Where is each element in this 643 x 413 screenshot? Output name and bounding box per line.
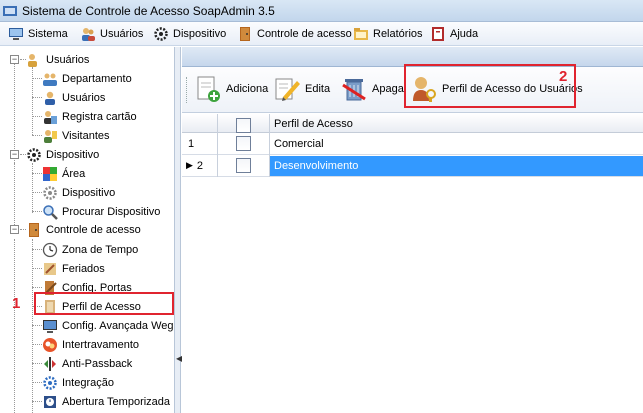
search-icon [42,204,58,220]
row-value: Comercial [274,138,324,150]
user-icon [42,90,58,106]
tree-item-dispositivo[interactable]: Dispositivo [42,183,115,202]
add-document-icon [197,76,220,102]
navigation-tree: − Usuários Departamento Usuários Registr… [0,47,175,413]
edit-button[interactable]: Edita [273,73,330,105]
title-bar: Sistema de Controle de Acesso SoapAdmin … [0,0,643,22]
computer-icon [9,28,23,40]
area-icon [42,166,58,182]
clock-icon [42,242,58,258]
current-row-arrow-icon: ▶ [186,160,193,170]
menu-relatorios[interactable]: Relatórios [353,25,423,43]
department-icon [42,71,58,87]
tree-item-usuarios[interactable]: Usuários [42,88,105,107]
tree-item-visitantes[interactable]: Visitantes [42,126,110,145]
card-register-icon [42,109,58,125]
interlock-icon [42,337,58,353]
door-icon [26,222,42,238]
callout-number-1: 1 [12,295,21,312]
tree-item-anti-passback[interactable]: Anti-Passback [42,354,132,373]
row-checkbox[interactable] [236,134,251,153]
tree-group-dispositivo[interactable]: Dispositivo [26,145,99,164]
delete-icon [342,79,366,101]
door-icon [240,27,250,41]
add-button[interactable]: Adiciona [194,73,268,105]
gear-icon [154,27,168,41]
callout-box-1 [34,292,174,315]
monitor-icon [42,318,58,334]
menu-usuarios[interactable]: Usuários [80,25,143,43]
collapse-controle-acesso-toggle[interactable]: − [10,225,19,234]
menu-ajuda[interactable]: Ajuda [430,25,478,43]
tree-item-intertravamento[interactable]: Intertravamento [42,335,139,354]
window-title: Sistema de Controle de Acesso SoapAdmin … [22,4,275,18]
users-icon [82,28,95,41]
tree-item-procurar-dispositivo[interactable]: Procurar Dispositivo [42,202,160,221]
table-row[interactable]: 1 Comercial [182,133,643,155]
collapse-usuarios-toggle[interactable]: − [10,55,19,64]
tree-item-departamento[interactable]: Departamento [42,69,132,88]
folder-icon [354,28,368,40]
callout-box-2 [404,64,576,108]
callout-number-2: 2 [559,68,568,85]
visitor-icon [42,128,58,144]
anti-passback-icon [42,356,58,372]
app-icon [3,6,17,16]
grid-header: Perfil de Acesso [182,114,643,133]
menu-sistema[interactable]: Sistema [8,25,68,43]
tree-item-config-avancada-wega[interactable]: Config. Avançada Wega [42,316,174,335]
row-index: 1 [188,137,195,150]
holiday-icon [42,261,58,277]
device-gear-icon [42,185,58,201]
gear-icon [26,147,42,163]
tree-group-controle-acesso[interactable]: Controle de acesso [26,220,141,239]
column-header-perfil-de-acesso[interactable]: Perfil de Acesso [274,114,353,133]
help-book-icon [432,27,444,41]
tree-item-registra-cartao[interactable]: Registra cartão [42,107,137,126]
tree-item-integracao[interactable]: Integração [42,373,114,392]
menu-bar: Sistema Usuários Dispositivo Controle de… [0,22,643,46]
edit-icon [275,78,300,101]
row-value: Desenvolvimento [270,156,643,176]
table-row[interactable]: ▶ 2 Desenvolvimento [182,155,643,177]
tree-item-feriados[interactable]: Feriados [42,259,105,278]
tree-item-abertura-temporizada[interactable]: Abertura Temporizada [42,392,170,411]
row-checkbox[interactable] [236,156,251,175]
menu-controle-acesso[interactable]: Controle de acesso [237,25,352,43]
tree-group-usuarios[interactable]: Usuários [26,50,89,69]
timed-open-icon [42,394,58,410]
delete-button[interactable]: Apaga [340,73,404,105]
menu-dispositivo[interactable]: Dispositivo [153,25,226,43]
panel-splitter[interactable]: ◀ [175,47,182,413]
users-icon [26,52,42,68]
tree-item-zona-de-tempo[interactable]: Zona de Tempo [42,240,138,259]
tree-item-area[interactable]: Área [42,164,85,183]
row-index: ▶ 2 [186,159,204,172]
integration-gear-icon [42,375,58,391]
collapse-dispositivo-toggle[interactable]: − [10,150,19,159]
